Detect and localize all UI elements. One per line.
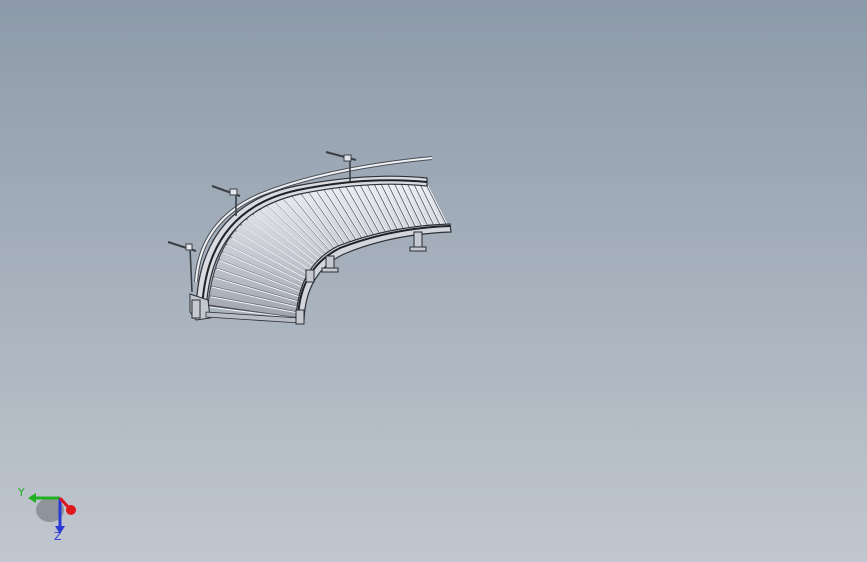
graphics-viewport[interactable]: Y Z (0, 0, 867, 562)
orientation-triad[interactable]: Y Z (14, 484, 84, 544)
x-axis-point (66, 505, 76, 515)
y-axis-arrowhead (28, 493, 36, 503)
y-axis-label: Y (17, 486, 25, 499)
z-axis-label: Z (54, 530, 62, 543)
curved-roller-conveyor-model[interactable] (0, 0, 867, 562)
